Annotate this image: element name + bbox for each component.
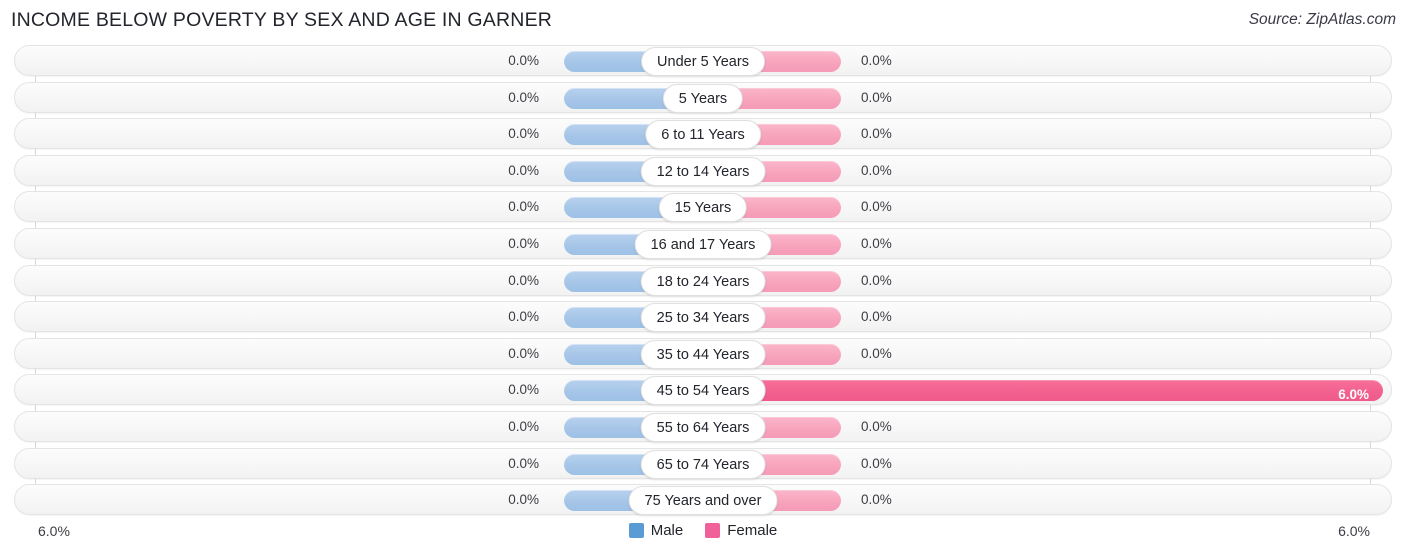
legend-label-male: Male — [650, 522, 684, 539]
row-track: 6.0% 0.0% 45 to 54 Years — [14, 374, 1392, 406]
chart-row: 0.0% 0.0% 75 Years and over — [0, 484, 1406, 516]
source-attribution: Source: ZipAtlas.com — [1248, 11, 1396, 28]
value-female: 0.0% — [861, 309, 892, 325]
chart-row: 0.0% 0.0% 25 to 34 Years — [0, 301, 1406, 333]
value-male: 0.0% — [508, 345, 539, 361]
value-male: 0.0% — [508, 235, 539, 251]
row-track: 0.0% 0.0% 65 to 74 Years — [14, 447, 1392, 479]
chart-header: INCOME BELOW POVERTY BY SEX AND AGE IN G… — [0, 0, 1406, 42]
chart-legend: Male Female — [0, 522, 1406, 539]
value-male: 0.0% — [508, 492, 539, 508]
legend-item-male[interactable]: Male — [628, 522, 684, 539]
row-track: 0.0% 0.0% 55 to 64 Years — [14, 410, 1392, 442]
bar-female[interactable]: 6.0% — [704, 380, 1383, 403]
row-track: 0.0% 0.0% 25 to 34 Years — [14, 301, 1392, 333]
chart-row: 0.0% 0.0% 18 to 24 Years — [0, 264, 1406, 296]
chart-rows: 0.0% 0.0% Under 5 Years 0.0% 0.0% 5 Years 0.0%… — [0, 45, 1406, 521]
chart-row: 0.0% 0.0% 16 and 17 Years — [0, 227, 1406, 259]
row-label-pill[interactable]: 25 to 34 Years — [640, 303, 766, 333]
row-track: 0.0% 0.0% 35 to 44 Years — [14, 337, 1392, 369]
row-label-pill[interactable]: 35 to 44 Years — [640, 339, 766, 369]
value-female: 0.0% — [861, 162, 892, 178]
row-label-pill[interactable]: 45 to 54 Years — [640, 376, 766, 406]
value-female: 0.0% — [861, 53, 892, 68]
value-female: 0.0% — [861, 345, 892, 361]
page-title: INCOME BELOW POVERTY BY SEX AND AGE IN G… — [11, 9, 553, 31]
chart-plot-area: 0.0% 0.0% Under 5 Years 0.0% 0.0% 5 Years 0.0%… — [0, 45, 1406, 516]
legend-item-female[interactable]: Female — [705, 522, 777, 539]
value-female: 0.0% — [861, 199, 892, 215]
legend-label-female: Female — [727, 522, 778, 539]
value-male: 0.0% — [508, 418, 539, 434]
chart-row: 0.0% 0.0% 6 to 11 Years — [0, 118, 1406, 150]
row-track: 0.0% 0.0% 6 to 11 Years — [14, 118, 1392, 150]
row-track: 0.0% 0.0% 18 to 24 Years — [14, 264, 1392, 296]
row-label-pill[interactable]: 55 to 64 Years — [640, 412, 766, 442]
value-female: 0.0% — [861, 272, 892, 288]
chart-row: 6.0% 0.0% 45 to 54 Years — [0, 374, 1406, 406]
row-label-pill[interactable]: 16 and 17 Years — [634, 229, 772, 259]
chart-footer: 6.0% 6.0% Male Female — [0, 518, 1406, 559]
row-label-pill[interactable]: 18 to 24 Years — [640, 266, 766, 296]
value-male: 0.0% — [508, 162, 539, 178]
chart-row: 0.0% 0.0% 5 Years — [0, 81, 1406, 113]
row-track: 0.0% 0.0% 75 Years and over — [14, 484, 1392, 516]
value-male: 0.0% — [508, 199, 539, 215]
value-female: 0.0% — [861, 89, 892, 105]
value-male: 0.0% — [508, 272, 539, 288]
row-label-pill[interactable]: 12 to 14 Years — [640, 156, 766, 186]
chart-row: 0.0% 0.0% 65 to 74 Years — [0, 447, 1406, 479]
value-female: 0.0% — [861, 126, 892, 142]
value-female: 0.0% — [861, 455, 892, 471]
value-female: 0.0% — [861, 235, 892, 251]
row-label-pill[interactable]: 6 to 11 Years — [645, 120, 761, 150]
value-female: 0.0% — [861, 418, 892, 434]
row-label-pill[interactable]: 5 Years — [662, 83, 744, 113]
row-track: 0.0% 0.0% 5 Years — [14, 81, 1392, 113]
row-label-pill[interactable]: 15 Years — [658, 193, 748, 223]
chart-row: 0.0% 0.0% 15 Years — [0, 191, 1406, 223]
bar-value-female-inline: 6.0% — [1338, 387, 1369, 403]
value-male: 0.0% — [508, 309, 539, 325]
legend-swatch-female-icon — [705, 523, 721, 538]
chart-row: 0.0% 0.0% Under 5 Years — [0, 45, 1406, 76]
value-female: 0.0% — [861, 492, 892, 508]
value-male: 0.0% — [508, 89, 539, 105]
legend-swatch-male-icon — [628, 523, 644, 538]
value-male: 0.0% — [508, 382, 539, 398]
chart-row: 0.0% 0.0% 12 to 14 Years — [0, 154, 1406, 186]
chart-row: 0.0% 0.0% 55 to 64 Years — [0, 410, 1406, 442]
value-male: 0.0% — [508, 455, 539, 471]
value-male: 0.0% — [508, 53, 539, 68]
row-label-pill[interactable]: Under 5 Years — [641, 47, 765, 76]
row-track: 0.0% 0.0% Under 5 Years — [14, 45, 1392, 76]
row-track: 0.0% 0.0% 15 Years — [14, 191, 1392, 223]
value-male: 0.0% — [508, 126, 539, 142]
row-track: 0.0% 0.0% 12 to 14 Years — [14, 154, 1392, 186]
row-track: 0.0% 0.0% 16 and 17 Years — [14, 227, 1392, 259]
row-label-pill[interactable]: 65 to 74 Years — [640, 449, 766, 479]
row-label-pill[interactable]: 75 Years and over — [628, 486, 778, 516]
chart-row: 0.0% 0.0% 35 to 44 Years — [0, 337, 1406, 369]
